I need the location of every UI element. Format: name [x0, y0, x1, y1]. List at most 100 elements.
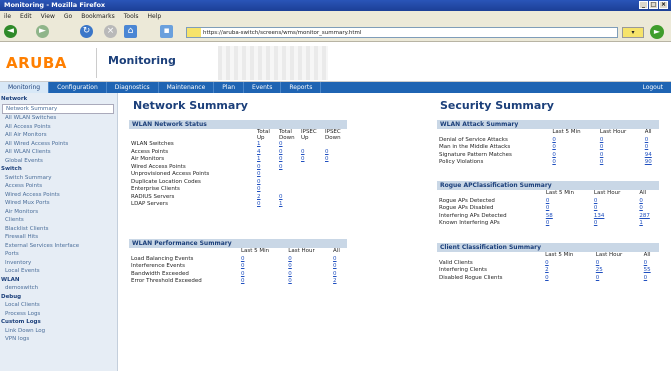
sidebar-item[interactable]: Network Summary — [2, 103, 114, 114]
sidebar-item[interactable]: All Wired Access Points — [0, 140, 117, 149]
sidebar-item[interactable]: All WLAN Switches — [0, 114, 117, 123]
tab-plan[interactable]: Plan — [214, 82, 245, 93]
count-link[interactable]: 1 — [257, 156, 261, 162]
count-link[interactable]: 0 — [552, 137, 556, 143]
tab-monitoring[interactable]: Monitoring — [0, 82, 50, 93]
count-link[interactable]: 0 — [288, 271, 292, 277]
count-link[interactable]: 0 — [600, 152, 604, 158]
count-link[interactable]: 0 — [552, 152, 556, 158]
sidebar-item[interactable]: Firewall Hits — [0, 233, 117, 242]
go-icon[interactable]: ► — [650, 25, 664, 39]
count-link[interactable]: 0 — [301, 156, 305, 162]
reload-icon[interactable]: ↻ — [80, 25, 93, 38]
count-link[interactable]: 0 — [301, 149, 305, 155]
count-link[interactable]: 0 — [257, 164, 261, 170]
menu-go[interactable]: Go — [64, 11, 72, 22]
count-link[interactable]: 0 — [288, 256, 292, 262]
sidebar-item[interactable]: VPN logs — [0, 335, 117, 344]
count-link[interactable]: 4 — [257, 149, 261, 155]
menu-edit[interactable]: Edit — [20, 11, 32, 22]
sidebar-item[interactable]: Process Logs — [0, 310, 117, 319]
count-link[interactable]: 0 — [333, 271, 337, 277]
sidebar-item[interactable]: Link Down Log — [0, 327, 117, 336]
count-link[interactable]: 0 — [596, 260, 600, 266]
count-link[interactable]: 58 — [546, 213, 553, 219]
count-link[interactable]: 0 — [594, 205, 598, 211]
count-link[interactable]: 0 — [639, 198, 643, 204]
home-icon[interactable]: ⌂ — [124, 25, 137, 38]
count-link[interactable]: 0 — [257, 201, 261, 207]
count-link[interactable]: 0 — [241, 271, 245, 277]
count-link[interactable]: 0 — [600, 137, 604, 143]
count-link[interactable]: 1 — [279, 201, 283, 207]
count-link[interactable]: 0 — [325, 149, 329, 155]
count-link[interactable]: 0 — [644, 260, 648, 266]
menu-view[interactable]: View — [41, 11, 55, 22]
count-link[interactable]: 2 — [333, 278, 337, 284]
sidebar-item[interactable]: Global Events — [0, 157, 117, 166]
count-link[interactable]: 0 — [639, 205, 643, 211]
sidebar-item[interactable]: Local Events — [0, 267, 117, 276]
count-link[interactable]: 0 — [279, 164, 283, 170]
count-link[interactable]: 94 — [645, 152, 652, 158]
sidebar-item[interactable]: Air Monitors — [0, 208, 117, 217]
count-link[interactable]: 0 — [279, 156, 283, 162]
count-link[interactable]: 0 — [552, 144, 556, 150]
sidebar-item[interactable]: Switch Summary — [0, 174, 117, 183]
count-link[interactable]: 287 — [639, 213, 650, 219]
stop-icon[interactable]: × — [104, 25, 117, 38]
count-link[interactable]: 0 — [333, 256, 337, 262]
count-link[interactable]: 0 — [552, 159, 556, 165]
count-link[interactable]: 0 — [288, 263, 292, 269]
sidebar-item[interactable]: All Access Points — [0, 123, 117, 132]
count-link[interactable]: 90 — [645, 159, 652, 165]
count-link[interactable]: 0 — [325, 156, 329, 162]
back-icon[interactable]: ◄ — [4, 25, 17, 38]
count-link[interactable]: 0 — [545, 260, 549, 266]
sidebar-item[interactable]: Ports — [0, 250, 117, 259]
count-link[interactable]: 0 — [594, 198, 598, 204]
menu-file[interactable]: ile — [4, 11, 11, 22]
count-link[interactable]: 0 — [545, 275, 549, 281]
sidebar-item[interactable]: All Air Monitors — [0, 131, 117, 140]
count-link[interactable]: 0 — [600, 159, 604, 165]
count-link[interactable]: 0 — [279, 194, 283, 200]
count-link[interactable]: 0 — [257, 186, 261, 192]
count-link[interactable]: 0 — [546, 205, 550, 211]
count-link[interactable]: 0 — [241, 256, 245, 262]
count-link[interactable]: 0 — [600, 144, 604, 150]
sidebar-item[interactable]: Local Clients — [0, 301, 117, 310]
tab-events[interactable]: Events — [244, 82, 282, 93]
sidebar-item[interactable]: Clients — [0, 216, 117, 225]
tab-reports[interactable]: Reports — [281, 82, 322, 93]
count-link[interactable]: 0 — [241, 263, 245, 269]
tab-configuration[interactable]: Configuration — [49, 82, 107, 93]
menu-help[interactable]: Help — [148, 11, 162, 22]
count-link[interactable]: 0 — [279, 149, 283, 155]
maximize-button[interactable]: □ — [649, 1, 658, 9]
sidebar-item[interactable]: External Services Interface — [0, 242, 117, 251]
logout-link[interactable]: Logout — [634, 82, 671, 93]
count-link[interactable]: 0 — [279, 141, 283, 147]
count-link[interactable]: 134 — [594, 213, 605, 219]
forward-icon[interactable]: ► — [36, 25, 49, 38]
sidebar-item[interactable]: Access Points — [0, 182, 117, 191]
count-link[interactable]: 0 — [257, 179, 261, 185]
count-link[interactable]: 0 — [596, 275, 600, 281]
sidebar-item[interactable]: Inventory — [0, 259, 117, 268]
count-link[interactable]: 25 — [596, 267, 603, 273]
count-link[interactable]: 2 — [545, 267, 549, 273]
bookmark-icon[interactable]: ▪ — [160, 25, 173, 38]
count-link[interactable]: 0 — [546, 220, 550, 226]
minimize-button[interactable]: _ — [639, 1, 648, 9]
tab-maintenance[interactable]: Maintenance — [159, 82, 215, 93]
count-link[interactable]: 0 — [546, 198, 550, 204]
address-bar[interactable]: https://aruba-switch/screens/wms/monitor… — [186, 27, 618, 38]
sidebar-item[interactable]: All WLAN Clients — [0, 148, 117, 157]
menu-tools[interactable]: Tools — [124, 11, 139, 22]
count-link[interactable]: 2 — [257, 194, 261, 200]
sidebar-item[interactable]: Blacklist Clients — [0, 225, 117, 234]
count-link[interactable]: 0 — [594, 220, 598, 226]
count-link[interactable]: 0 — [645, 144, 649, 150]
count-link[interactable]: 1 — [257, 141, 261, 147]
